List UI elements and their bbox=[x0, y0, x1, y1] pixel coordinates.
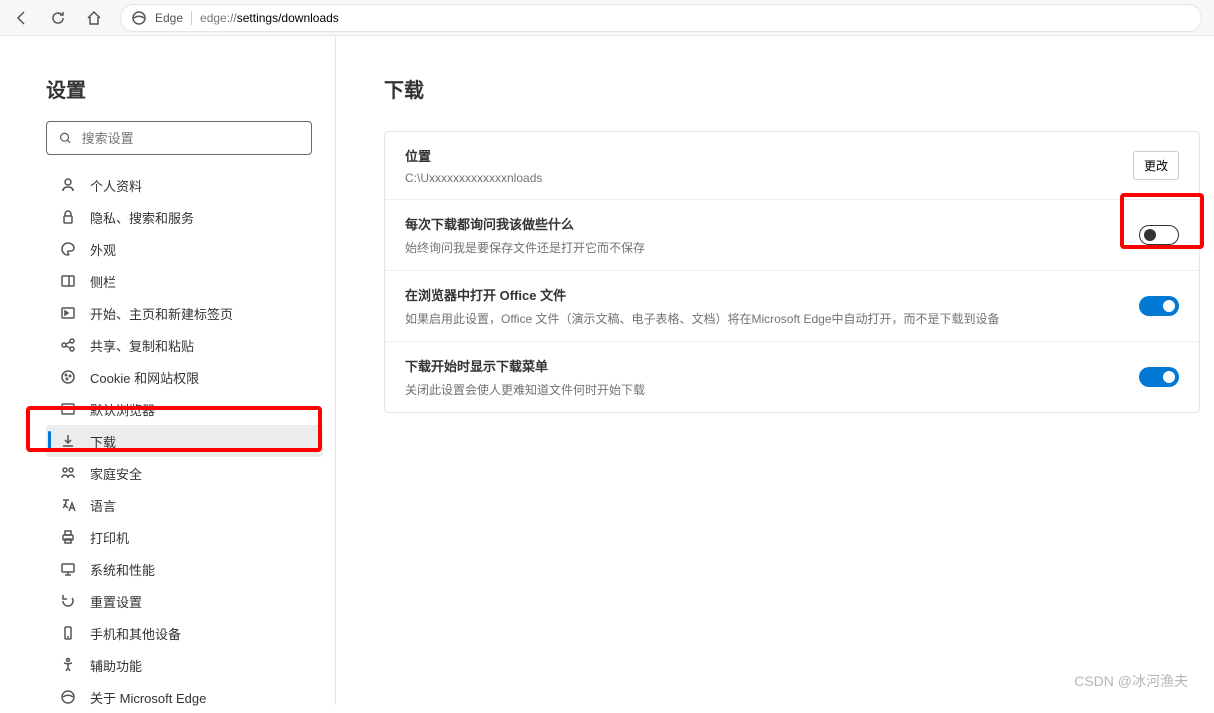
sidebar-item-devices[interactable]: 手机和其他设备 bbox=[46, 617, 323, 649]
settings-title: 设置 bbox=[46, 74, 323, 103]
sidebar-item-share[interactable]: 共享、复制和粘贴 bbox=[46, 329, 323, 361]
addr-suffix: settings/downloads bbox=[237, 11, 339, 25]
back-button[interactable] bbox=[4, 0, 40, 36]
sidebar-item-label: 侧栏 bbox=[90, 272, 116, 291]
sidebar-item-label: 下载 bbox=[90, 432, 116, 451]
sidebar-item-default[interactable]: 默认浏览器 bbox=[46, 393, 323, 425]
accessibility-icon bbox=[60, 657, 76, 673]
browser-toolbar: Edge edge://settings/downloads bbox=[0, 0, 1214, 36]
sidebar-item-language[interactable]: 语言 bbox=[46, 489, 323, 521]
location-title: 位置 bbox=[405, 146, 1133, 165]
cookie-icon bbox=[60, 369, 76, 385]
sidebar-item-label: 关于 Microsoft Edge bbox=[90, 688, 206, 707]
office-desc: 如果启用此设置，Office 文件（演示文稿、电子表格、文档）将在Microso… bbox=[405, 310, 1139, 327]
location-path: C:\Uxxxxxxxxxxxxxnloads bbox=[405, 171, 1133, 185]
sidebar-item-reset[interactable]: 重置设置 bbox=[46, 585, 323, 617]
search-input[interactable] bbox=[82, 131, 299, 146]
sidebar-item-label: 开始、主页和新建标签页 bbox=[90, 304, 233, 323]
family-icon bbox=[60, 465, 76, 481]
sidebar-item-label: 个人资料 bbox=[90, 176, 142, 195]
ask-toggle[interactable] bbox=[1139, 225, 1179, 245]
sidebar-item-sidebar[interactable]: 侧栏 bbox=[46, 265, 323, 297]
sidebar-item-label: 辅助功能 bbox=[90, 656, 142, 675]
sidebar-item-label: 外观 bbox=[90, 240, 116, 259]
office-toggle[interactable] bbox=[1139, 296, 1179, 316]
sidebar-item-profile[interactable]: 个人资料 bbox=[46, 169, 323, 201]
main-panel: 下载 位置 C:\Uxxxxxxxxxxxxxnloads 更改 每次下载都询问… bbox=[336, 36, 1214, 705]
phone-icon bbox=[60, 625, 76, 641]
home-button[interactable] bbox=[76, 0, 112, 36]
sidebar-items: 个人资料 隐私、搜索和服务 外观 侧栏 开始、主页和新建标签页 共享、复制和粘贴… bbox=[46, 169, 323, 713]
ask-title: 每次下载都询问我该做些什么 bbox=[405, 214, 1139, 233]
download-icon bbox=[60, 433, 76, 449]
refresh-button[interactable] bbox=[40, 0, 76, 36]
edge-about-icon bbox=[60, 689, 76, 705]
address-bar[interactable]: Edge edge://settings/downloads bbox=[120, 4, 1202, 32]
window-icon bbox=[60, 401, 76, 417]
addr-separator bbox=[191, 11, 192, 25]
sidebar-item-label: 重置设置 bbox=[90, 592, 142, 611]
menu-desc: 关闭此设置会使人更难知道文件何时开始下载 bbox=[405, 381, 1139, 398]
sidebar-item-label: 语言 bbox=[90, 496, 116, 515]
sidebar-item-label: 系统和性能 bbox=[90, 560, 155, 579]
watermark: CSDN @冰河渔夫 bbox=[1074, 671, 1188, 691]
ask-desc: 始终询问我是要保存文件还是打开它而不保存 bbox=[405, 239, 1139, 256]
search-icon bbox=[59, 131, 72, 145]
menu-title: 下载开始时显示下载菜单 bbox=[405, 356, 1139, 375]
sidebar: 设置 个人资料 隐私、搜索和服务 外观 侧栏 开始、主页和新建标签页 共享、复制… bbox=[0, 36, 336, 705]
sidebar-item-accessibility[interactable]: 辅助功能 bbox=[46, 649, 323, 681]
sidebar-item-label: 打印机 bbox=[90, 528, 129, 547]
sidebar-item-printer[interactable]: 打印机 bbox=[46, 521, 323, 553]
addr-prefix: edge:// bbox=[200, 11, 237, 25]
page-title: 下载 bbox=[384, 74, 1200, 103]
office-title: 在浏览器中打开 Office 文件 bbox=[405, 285, 1139, 304]
sidebar-item-downloads[interactable]: 下载 bbox=[46, 425, 323, 457]
sidebar-item-label: 共享、复制和粘贴 bbox=[90, 336, 194, 355]
sidebar-item-cookies[interactable]: Cookie 和网站权限 bbox=[46, 361, 323, 393]
sidebar-item-appearance[interactable]: 外观 bbox=[46, 233, 323, 265]
row-office: 在浏览器中打开 Office 文件 如果启用此设置，Office 文件（演示文稿… bbox=[385, 271, 1199, 342]
row-menu: 下载开始时显示下载菜单 关闭此设置会使人更难知道文件何时开始下载 bbox=[385, 342, 1199, 412]
sidebar-item-label: Cookie 和网站权限 bbox=[90, 368, 199, 387]
sidebar-item-label: 隐私、搜索和服务 bbox=[90, 208, 194, 227]
sidebar-item-label: 手机和其他设备 bbox=[90, 624, 181, 643]
power-icon bbox=[60, 305, 76, 321]
language-icon bbox=[60, 497, 76, 513]
sidebar-item-start[interactable]: 开始、主页和新建标签页 bbox=[46, 297, 323, 329]
row-location: 位置 C:\Uxxxxxxxxxxxxxnloads 更改 bbox=[385, 132, 1199, 200]
share-icon bbox=[60, 337, 76, 353]
reset-icon bbox=[60, 593, 76, 609]
profile-icon bbox=[60, 177, 76, 193]
change-button[interactable]: 更改 bbox=[1133, 151, 1179, 180]
sidebar-item-label: 家庭安全 bbox=[90, 464, 142, 483]
sidebar-item-system[interactable]: 系统和性能 bbox=[46, 553, 323, 585]
edge-icon bbox=[131, 10, 147, 26]
sidebar-item-about[interactable]: 关于 Microsoft Edge bbox=[46, 681, 323, 713]
menu-toggle[interactable] bbox=[1139, 367, 1179, 387]
row-ask: 每次下载都询问我该做些什么 始终询问我是要保存文件还是打开它而不保存 bbox=[385, 200, 1199, 271]
sidebar-item-label: 默认浏览器 bbox=[90, 400, 155, 419]
settings-card: 位置 C:\Uxxxxxxxxxxxxxnloads 更改 每次下载都询问我该做… bbox=[384, 131, 1200, 413]
system-icon bbox=[60, 561, 76, 577]
sidebar-item-family[interactable]: 家庭安全 bbox=[46, 457, 323, 489]
search-box[interactable] bbox=[46, 121, 312, 155]
addr-label: Edge bbox=[155, 11, 183, 25]
lock-icon bbox=[60, 209, 76, 225]
palette-icon bbox=[60, 241, 76, 257]
panel-icon bbox=[60, 273, 76, 289]
sidebar-item-privacy[interactable]: 隐私、搜索和服务 bbox=[46, 201, 323, 233]
printer-icon bbox=[60, 529, 76, 545]
